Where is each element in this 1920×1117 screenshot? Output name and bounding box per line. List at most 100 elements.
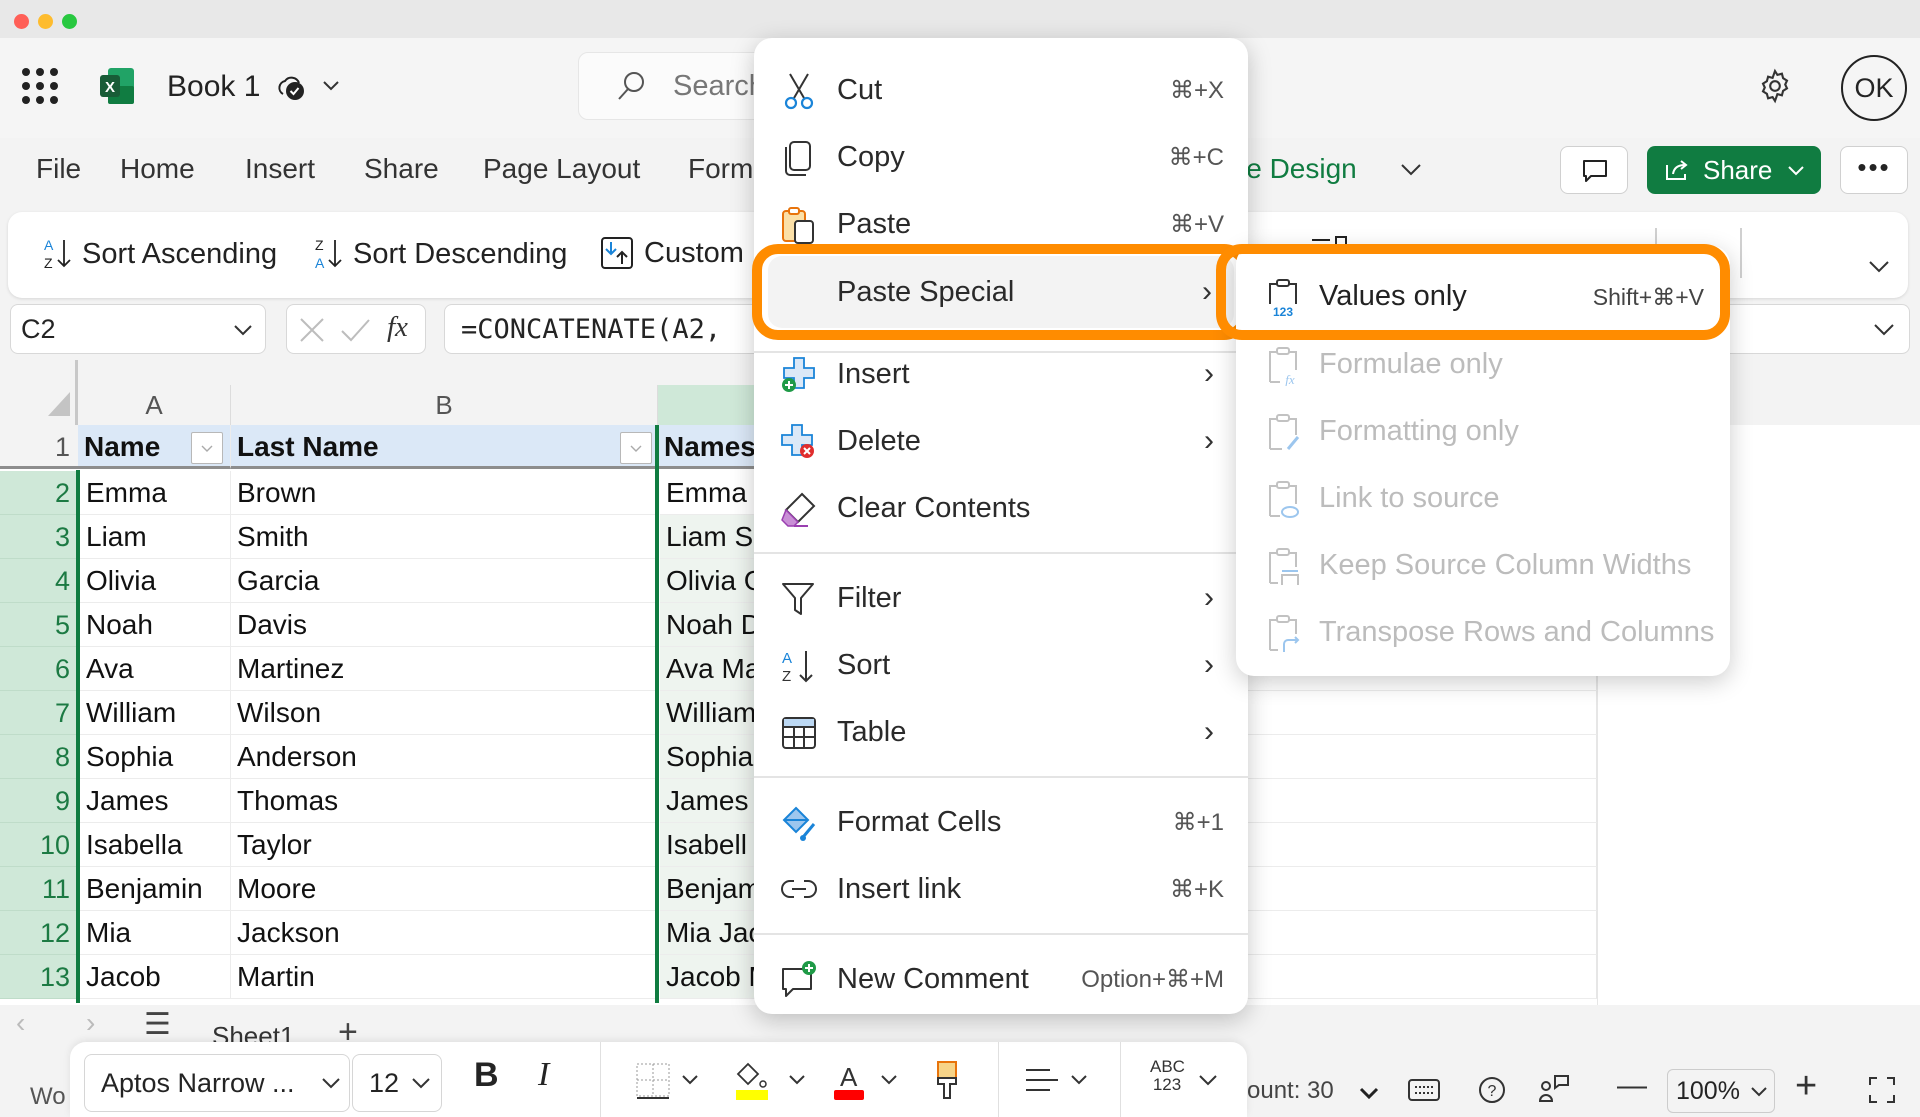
minimize-window-button[interactable] xyxy=(38,14,53,29)
cell-first-name[interactable]: Benjamin xyxy=(80,867,231,911)
cell-last-name[interactable]: Taylor xyxy=(231,823,658,867)
cell-first-name[interactable]: Liam xyxy=(80,515,231,559)
empty-cell[interactable] xyxy=(1247,911,1597,955)
cell-full-name[interactable]: Jacob M xyxy=(660,955,758,999)
tab-share[interactable]: Share xyxy=(364,153,439,185)
help-icon[interactable]: ? xyxy=(1477,1075,1507,1105)
row-header[interactable]: 7 xyxy=(0,691,78,735)
number-format-icon[interactable]: ABC 123 xyxy=(1150,1058,1185,1094)
cancel-formula-icon[interactable] xyxy=(297,315,327,345)
menu-item-table[interactable]: Table › xyxy=(754,700,1248,764)
cell-first-name[interactable]: Mia xyxy=(80,911,231,955)
cell-full-name[interactable]: William xyxy=(660,691,758,735)
document-title[interactable]: Book 1 xyxy=(167,70,260,104)
empty-cell[interactable] xyxy=(1247,867,1597,911)
row-header[interactable]: 12 xyxy=(0,911,78,955)
row-header[interactable]: 11 xyxy=(0,867,78,911)
app-launcher-icon[interactable] xyxy=(22,68,58,104)
cell-first-name[interactable]: Ava xyxy=(80,647,231,691)
cell-full-name[interactable]: Liam S xyxy=(660,515,758,559)
row-header[interactable]: 1 xyxy=(0,425,78,469)
empty-cell[interactable] xyxy=(1247,735,1597,779)
close-window-button[interactable] xyxy=(14,14,29,29)
cell-first-name[interactable]: William xyxy=(80,691,231,735)
menu-item-sort[interactable]: AZ Sort › xyxy=(754,633,1248,697)
font-color-icon[interactable]: A xyxy=(832,1060,912,1104)
zoom-out-button[interactable]: — xyxy=(1617,1069,1647,1103)
menu-item-copy[interactable]: Copy ⌘+C xyxy=(754,125,1248,189)
cell-first-name[interactable]: Emma xyxy=(80,471,231,515)
cell-full-name[interactable]: James xyxy=(660,779,758,823)
cell-full-name[interactable]: Benjam xyxy=(660,867,758,911)
format-painter-icon[interactable] xyxy=(932,1060,962,1102)
cell-last-name[interactable]: Anderson xyxy=(231,735,658,779)
font-size-select[interactable]: 12 xyxy=(352,1054,442,1112)
keyboard-icon[interactable] xyxy=(1407,1077,1441,1103)
italic-icon[interactable]: I xyxy=(538,1056,549,1094)
tab-table-design[interactable]: le Design xyxy=(1240,153,1357,185)
row-header[interactable]: 9 xyxy=(0,779,78,823)
sort-descending-button[interactable]: ZA Sort Descending xyxy=(313,236,567,272)
menu-item-insert[interactable]: Insert › xyxy=(754,342,1248,406)
user-avatar[interactable]: OK xyxy=(1841,55,1907,121)
share-button[interactable]: Share xyxy=(1647,146,1821,194)
cell-last-name[interactable]: Moore xyxy=(231,867,658,911)
cell-first-name[interactable]: Sophia xyxy=(80,735,231,779)
settings-gear-icon[interactable] xyxy=(1757,68,1793,104)
header-cell-last-name[interactable]: Last Name xyxy=(231,425,658,469)
align-icon[interactable] xyxy=(1024,1062,1096,1102)
cell-last-name[interactable]: Thomas xyxy=(231,779,658,823)
menu-item-delete[interactable]: Delete › xyxy=(754,409,1248,473)
fill-color-icon[interactable] xyxy=(734,1060,814,1104)
cell-last-name[interactable]: Martinez xyxy=(231,647,658,691)
menu-item-format-cells[interactable]: Format Cells ⌘+1 xyxy=(754,790,1248,854)
tabs-overflow-chevron-icon[interactable] xyxy=(1400,163,1422,177)
column-header-b[interactable]: B xyxy=(231,385,658,425)
empty-cell[interactable] xyxy=(1247,779,1597,823)
menu-item-cut[interactable]: Cut ⌘+X xyxy=(754,58,1248,122)
row-header[interactable]: 3 xyxy=(0,515,78,559)
filter-dropdown-button[interactable] xyxy=(620,432,652,464)
select-all-corner[interactable] xyxy=(0,360,78,425)
more-options-button[interactable]: ••• xyxy=(1840,146,1908,194)
cell-full-name[interactable]: Ava Ma xyxy=(660,647,758,691)
custom-sort-button[interactable]: Custom xyxy=(600,236,744,270)
fullscreen-icon[interactable] xyxy=(1867,1075,1897,1105)
cell-first-name[interactable]: Noah xyxy=(80,603,231,647)
insert-function-icon[interactable]: fx xyxy=(387,311,408,344)
row-header[interactable]: 13 xyxy=(0,955,78,999)
row-header[interactable]: 8 xyxy=(0,735,78,779)
column-header-a[interactable]: A xyxy=(78,385,231,425)
bold-icon[interactable]: B xyxy=(474,1056,499,1095)
cell-full-name[interactable]: Sophia xyxy=(660,735,758,779)
cell-last-name[interactable]: Garcia xyxy=(231,559,658,603)
cell-last-name[interactable]: Smith xyxy=(231,515,658,559)
header-cell-names[interactable]: Names xyxy=(658,425,758,469)
tab-home[interactable]: Home xyxy=(120,153,195,185)
cell-first-name[interactable]: Olivia xyxy=(80,559,231,603)
cell-full-name[interactable]: Isabell xyxy=(660,823,758,867)
feedback-icon[interactable] xyxy=(1537,1073,1571,1105)
cell-last-name[interactable]: Martin xyxy=(231,955,658,999)
menu-item-insert-link[interactable]: Insert link ⌘+K xyxy=(754,857,1248,921)
row-header[interactable]: 2 xyxy=(0,471,78,515)
cloud-saved-icon[interactable] xyxy=(275,72,307,102)
menu-item-clear-contents[interactable]: Clear Contents xyxy=(754,476,1248,540)
maximize-window-button[interactable] xyxy=(62,14,77,29)
prev-sheet-icon[interactable]: ‹ xyxy=(16,1007,25,1039)
summary-chevron-icon[interactable] xyxy=(1359,1087,1379,1099)
title-chevron-down-icon[interactable] xyxy=(322,80,340,92)
next-sheet-icon[interactable]: › xyxy=(86,1007,95,1039)
row-header[interactable]: 6 xyxy=(0,647,78,691)
empty-cell[interactable] xyxy=(1247,691,1597,735)
cell-full-name[interactable]: Noah D xyxy=(660,603,758,647)
zoom-level-select[interactable]: 100% xyxy=(1667,1069,1775,1113)
font-name-select[interactable]: Aptos Narrow ... xyxy=(84,1054,350,1112)
name-box[interactable]: C2 xyxy=(10,304,266,354)
cell-last-name[interactable]: Jackson xyxy=(231,911,658,955)
menu-item-new-comment[interactable]: New Comment Option+⌘+M xyxy=(754,947,1248,1011)
cell-full-name[interactable]: Mia Jac xyxy=(660,911,758,955)
number-format-chevron-icon[interactable] xyxy=(1198,1074,1218,1086)
cell-last-name[interactable]: Wilson xyxy=(231,691,658,735)
tab-file[interactable]: File xyxy=(36,153,81,185)
